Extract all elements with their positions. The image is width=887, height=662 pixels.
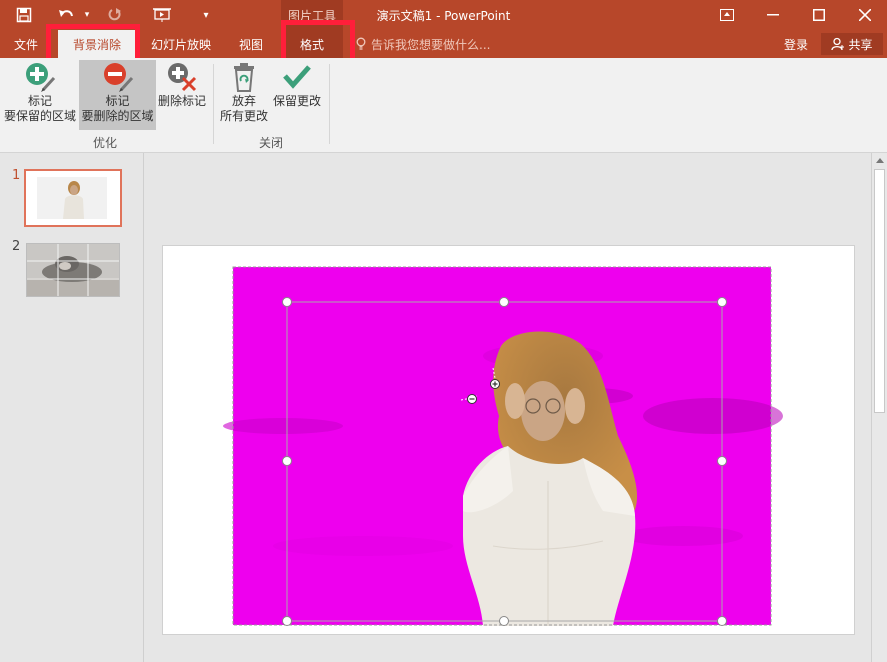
undo-icon[interactable] [54,0,80,30]
delete-mark-button[interactable]: 删除标记 [156,60,208,130]
lightbulb-icon [356,37,366,51]
tab-format[interactable]: 格式 [281,30,343,58]
group-separator [329,64,330,144]
mark-keep-icon [23,60,57,94]
slide-thumbnail-pane: 1 2 [0,153,144,662]
ribbon: 标记 要保留的区域 标记 要删除的区域 删除标记 优化 放弃 所有更改 保留更改… [0,58,887,153]
group-separator [213,64,214,144]
selection-handle-bottom-right[interactable] [717,616,727,626]
tab-slideshow[interactable]: 幻灯片放映 [142,30,220,58]
mark-keep-button[interactable]: 标记 要保留的区域 [2,60,78,130]
slide-number: 2 [12,239,21,254]
mark-remove-icon [101,60,135,94]
keep-changes-button[interactable]: 保留更改 [270,60,324,130]
selection-handle-top-left[interactable] [282,297,292,307]
discard-label-1: 放弃 [231,94,256,108]
ribbon-display-options-icon[interactable] [704,0,750,30]
keep-changes-icon [280,60,314,94]
selection-handle-right[interactable] [717,456,727,466]
slide-canvas[interactable] [162,245,855,635]
share-button[interactable]: 共享 [821,33,883,55]
tell-me-search[interactable]: 告诉我您想要做什么... [356,30,490,58]
delete-mark-icon [165,60,199,94]
title-bar: ▾ ▾ 图片工具 演示文稿1 - PowerPoint [0,0,887,30]
dog-photo-thumbnail [27,244,119,296]
ribbon-tabs: 文件 背景消除 幻灯片放映 视图 格式 告诉我您想要做什么... 登录 共享 [0,30,887,58]
mark-keep-label-1: 标记 [27,94,52,108]
tab-file[interactable]: 文件 [4,30,48,58]
tell-me-placeholder: 告诉我您想要做什么... [371,37,491,52]
woman-figure-icon [63,181,84,219]
save-icon[interactable] [8,0,40,30]
minimize-icon[interactable] [750,0,796,30]
discard-label-2: 所有更改 [219,109,268,123]
slide-thumbnail-1[interactable] [24,169,122,227]
login-link[interactable]: 登录 [784,30,808,58]
redo-icon [102,0,128,30]
undo-dropdown-icon[interactable]: ▾ [80,0,94,30]
delete-mark-label: 删除标记 [157,94,206,108]
discard-icon [227,60,261,94]
mark-remove-label-1: 标记 [105,94,130,108]
scroll-up-icon[interactable] [872,153,887,168]
close-icon[interactable] [842,0,887,30]
maximize-icon[interactable] [796,0,842,30]
slide-number: 1 [12,168,21,183]
keep-changes-label: 保留更改 [272,94,321,108]
selection-handle-top-right[interactable] [717,297,727,307]
share-label: 共享 [848,37,873,52]
group-label-close: 关闭 [259,136,284,150]
person-icon [831,37,845,51]
tab-background-removal[interactable]: 背景消除 [58,30,136,58]
mark-remove-label-2: 要删除的区域 [81,109,154,123]
scroll-thumb[interactable] [874,169,885,413]
customize-qat-icon[interactable]: ▾ [198,0,214,30]
selection-handle-top[interactable] [499,297,509,307]
selection-handle-left[interactable] [282,456,292,466]
discard-changes-button[interactable]: 放弃 所有更改 [218,60,270,130]
vertical-scrollbar[interactable] [871,153,887,662]
mark-keep-label-2: 要保留的区域 [3,109,76,123]
slide-thumbnail-2[interactable] [26,243,120,297]
selection-handle-bottom-left[interactable] [282,616,292,626]
slide-content [223,266,783,626]
picture-tools-context-label: 图片工具 [281,0,343,30]
group-label-refine: 优化 [93,136,118,150]
mark-remove-button[interactable]: 标记 要删除的区域 [79,60,156,130]
selection-handle-bottom[interactable] [499,616,509,626]
tab-view[interactable]: 视图 [228,30,274,58]
thumbnail-image [37,177,107,219]
slideshow-from-start-icon[interactable] [148,0,176,30]
